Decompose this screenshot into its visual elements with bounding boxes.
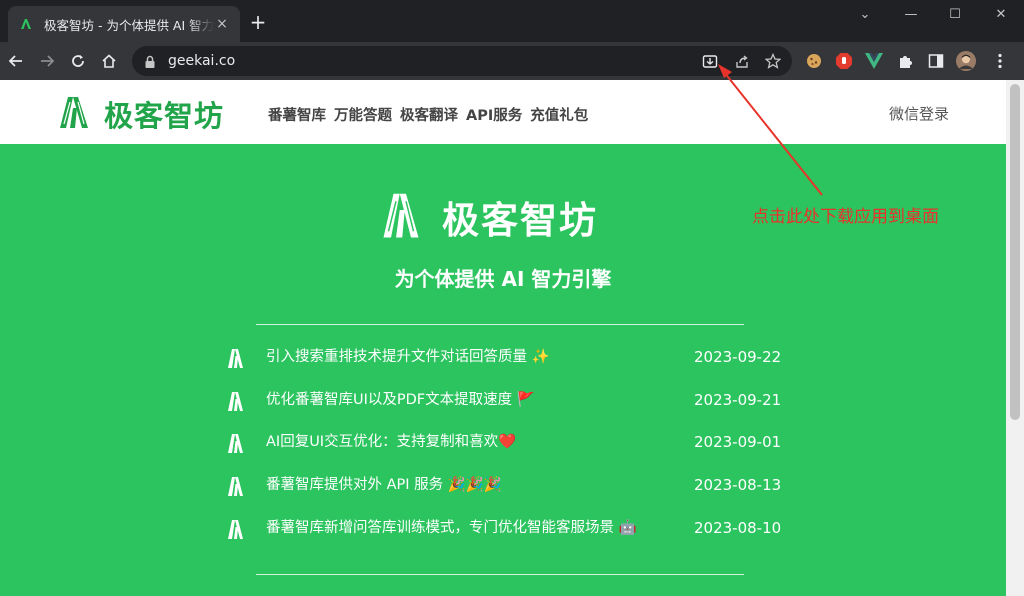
annotation-caption: 点击此处下载应用到桌面	[752, 207, 939, 227]
annotation-arrow	[718, 64, 823, 196]
